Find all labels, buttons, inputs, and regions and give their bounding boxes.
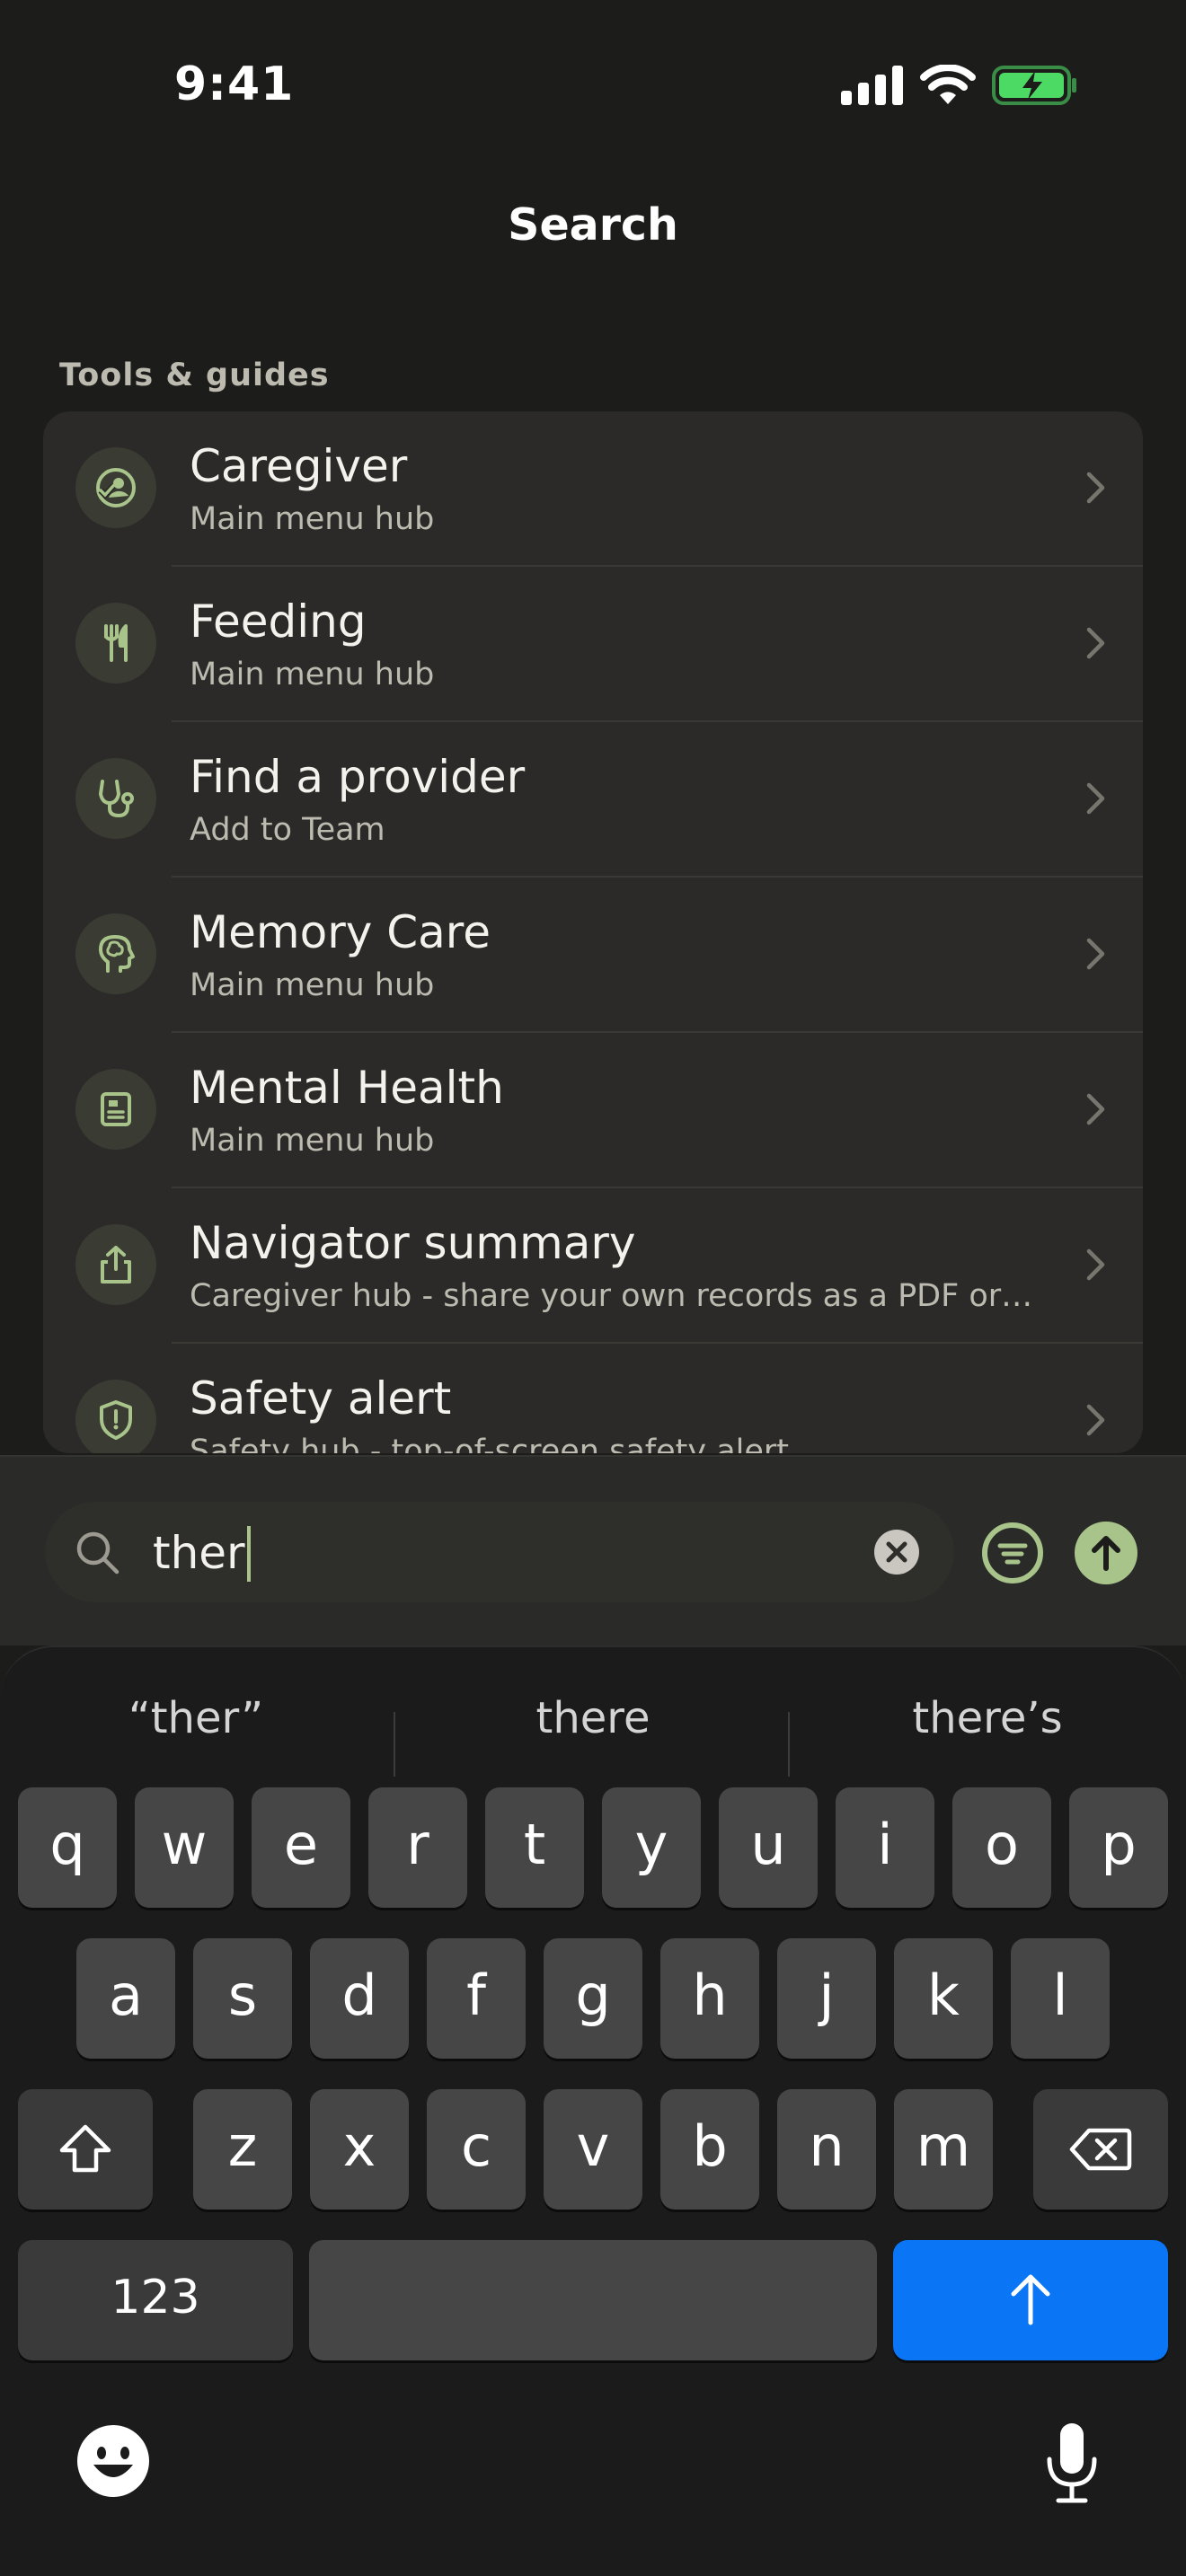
status-bar: 9:41 — [0, 0, 1186, 171]
text-caret — [246, 1525, 251, 1582]
suggestion-there[interactable]: there — [400, 1678, 786, 1759]
clear-search-button[interactable] — [873, 1529, 920, 1575]
key-p[interactable]: p — [1069, 1787, 1168, 1908]
key-r[interactable]: r — [368, 1787, 467, 1908]
suggestion-divider — [788, 1712, 790, 1777]
item-title: Memory Care — [190, 906, 491, 958]
list-item-find-a-provider[interactable]: Find a provider Add to Team — [43, 722, 1143, 878]
stethoscope-icon — [75, 758, 156, 839]
shift-key[interactable] — [18, 2089, 153, 2210]
status-icons — [841, 65, 1078, 106]
key-t[interactable]: t — [485, 1787, 584, 1908]
item-subtitle: Main menu hub — [190, 1123, 435, 1159]
section-header: Tools & guides — [59, 357, 330, 393]
item-title: Caregiver — [190, 440, 408, 492]
brain-head-icon — [75, 913, 156, 994]
key-w[interactable]: w — [135, 1787, 234, 1908]
item-subtitle: Add to Team — [190, 812, 385, 848]
battery-charging-icon — [992, 66, 1076, 105]
item-subtitle: Main menu hub — [190, 657, 435, 693]
key-g[interactable]: g — [544, 1938, 642, 2059]
list-item-feeding[interactable]: Feeding Main menu hub — [43, 567, 1143, 722]
item-subtitle: Main menu hub — [190, 501, 435, 537]
item-title: Safety alert — [190, 1372, 452, 1425]
key-k[interactable]: k — [894, 1938, 993, 2059]
journal-icon — [75, 1069, 156, 1150]
key-e[interactable]: e — [252, 1787, 350, 1908]
shield-alert-icon — [75, 1380, 156, 1453]
search-bar: ther — [0, 1455, 1186, 1645]
key-n[interactable]: n — [777, 2089, 876, 2210]
status-time: 9:41 — [174, 57, 295, 111]
chevron-right-icon — [1086, 782, 1105, 815]
list-item-caregiver[interactable]: Caregiver Main menu hub — [43, 411, 1143, 567]
key-d[interactable]: d — [310, 1938, 409, 2059]
chevron-right-icon — [1086, 1093, 1105, 1125]
return-key[interactable] — [893, 2240, 1168, 2360]
item-title: Mental Health — [190, 1062, 504, 1114]
numbers-key[interactable]: 123 — [18, 2240, 293, 2360]
item-subtitle: Caregiver hub - share your own records a… — [190, 1278, 1033, 1314]
page-title: Search — [508, 199, 678, 251]
key-x[interactable]: x — [310, 2089, 409, 2210]
suggestion-theres[interactable]: there’s — [794, 1678, 1181, 1759]
list-item-mental-health[interactable]: Mental Health Main menu hub — [43, 1033, 1143, 1188]
backspace-icon — [1069, 2128, 1132, 2171]
item-subtitle: Main menu hub — [190, 967, 435, 1003]
caregiver-icon — [75, 447, 156, 528]
list-item-navigator-summary[interactable]: Navigator summary Caregiver hub - share … — [43, 1188, 1143, 1344]
key-o[interactable]: o — [952, 1787, 1051, 1908]
emoji-button[interactable] — [75, 2423, 151, 2499]
shift-icon — [59, 2124, 111, 2173]
share-icon — [75, 1224, 156, 1305]
submit-search-button[interactable] — [1075, 1522, 1137, 1584]
key-s[interactable]: s — [193, 1938, 292, 2059]
search-input[interactable]: ther — [45, 1502, 954, 1602]
key-b[interactable]: b — [660, 2089, 759, 2210]
key-m[interactable]: m — [894, 2089, 993, 2210]
item-title: Find a provider — [190, 751, 526, 803]
wifi-icon — [920, 65, 976, 104]
list-item-memory-care[interactable]: Memory Care Main menu hub — [43, 878, 1143, 1033]
key-i[interactable]: i — [836, 1787, 934, 1908]
delete-key[interactable] — [1033, 2089, 1168, 2210]
utensils-icon — [75, 603, 156, 684]
chevron-right-icon — [1086, 1248, 1105, 1281]
item-title: Feeding — [190, 595, 367, 648]
key-c[interactable]: c — [427, 2089, 526, 2210]
search-query: ther — [153, 1525, 251, 1582]
key-j[interactable]: j — [777, 1938, 876, 2059]
predictive-suggestions: “ther” there there’s — [0, 1678, 1186, 1777]
chevron-right-icon — [1086, 627, 1105, 659]
chevron-right-icon — [1086, 938, 1105, 970]
key-y[interactable]: y — [602, 1787, 701, 1908]
item-title: Navigator summary — [190, 1217, 636, 1269]
arrow-up-icon — [1011, 2274, 1050, 2325]
filter-button[interactable] — [981, 1522, 1044, 1584]
item-subtitle: Safety hub - top-of-screen safety alert — [190, 1434, 790, 1453]
list-item-safety-alert[interactable]: Safety alert Safety hub - top-of-screen … — [43, 1344, 1143, 1453]
results-list: Caregiver Main menu hub Feeding Main men… — [43, 411, 1143, 1453]
key-q[interactable]: q — [18, 1787, 117, 1908]
chevron-right-icon — [1086, 472, 1105, 504]
dictation-mic-button[interactable] — [1044, 2422, 1100, 2504]
suggestion-literal[interactable]: “ther” — [3, 1678, 389, 1759]
key-h[interactable]: h — [660, 1938, 759, 2059]
suggestion-divider — [394, 1712, 395, 1777]
search-query-text: ther — [153, 1527, 245, 1579]
key-v[interactable]: v — [544, 2089, 642, 2210]
key-a[interactable]: a — [76, 1938, 175, 2059]
chevron-right-icon — [1086, 1404, 1105, 1436]
key-f[interactable]: f — [427, 1938, 526, 2059]
key-z[interactable]: z — [193, 2089, 292, 2210]
key-u[interactable]: u — [719, 1787, 818, 1908]
cellular-signal-icon — [841, 66, 903, 105]
space-key[interactable] — [309, 2240, 877, 2360]
search-icon — [76, 1531, 119, 1575]
key-l[interactable]: l — [1011, 1938, 1110, 2059]
